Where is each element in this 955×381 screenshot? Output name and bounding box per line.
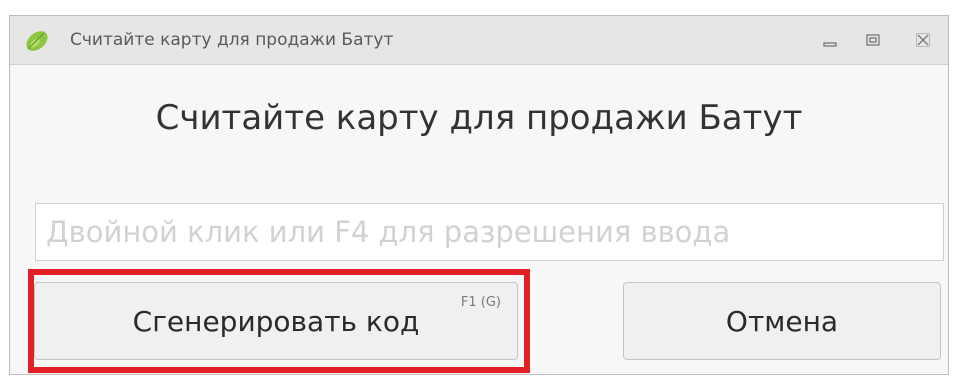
generate-code-label: Сгенерировать код: [132, 304, 420, 338]
leaf-app-icon: [24, 27, 50, 53]
close-icon: [916, 33, 930, 47]
maximize-button[interactable]: [858, 25, 888, 55]
card-input[interactable]: [36, 204, 943, 260]
generate-hotkey-hint: F1 (G): [460, 295, 501, 310]
dialog-window: Считайте карту для продажи Батут Считайт…: [9, 15, 949, 375]
cancel-label: Отмена: [725, 304, 839, 338]
maximize-icon: [866, 34, 880, 46]
minimize-button[interactable]: [815, 25, 845, 55]
window-title: Считайте карту для продажи Батут: [70, 30, 394, 50]
title-bar[interactable]: Считайте карту для продажи Батут: [10, 16, 948, 65]
cancel-button[interactable]: Отмена: [623, 282, 941, 360]
minimize-icon: [823, 42, 837, 47]
dialog-heading: Считайте карту для продажи Батут: [155, 98, 803, 138]
card-input-field[interactable]: [35, 203, 944, 261]
close-button[interactable]: [908, 25, 938, 55]
generate-code-button[interactable]: Сгенерировать код F1 (G): [34, 282, 518, 360]
